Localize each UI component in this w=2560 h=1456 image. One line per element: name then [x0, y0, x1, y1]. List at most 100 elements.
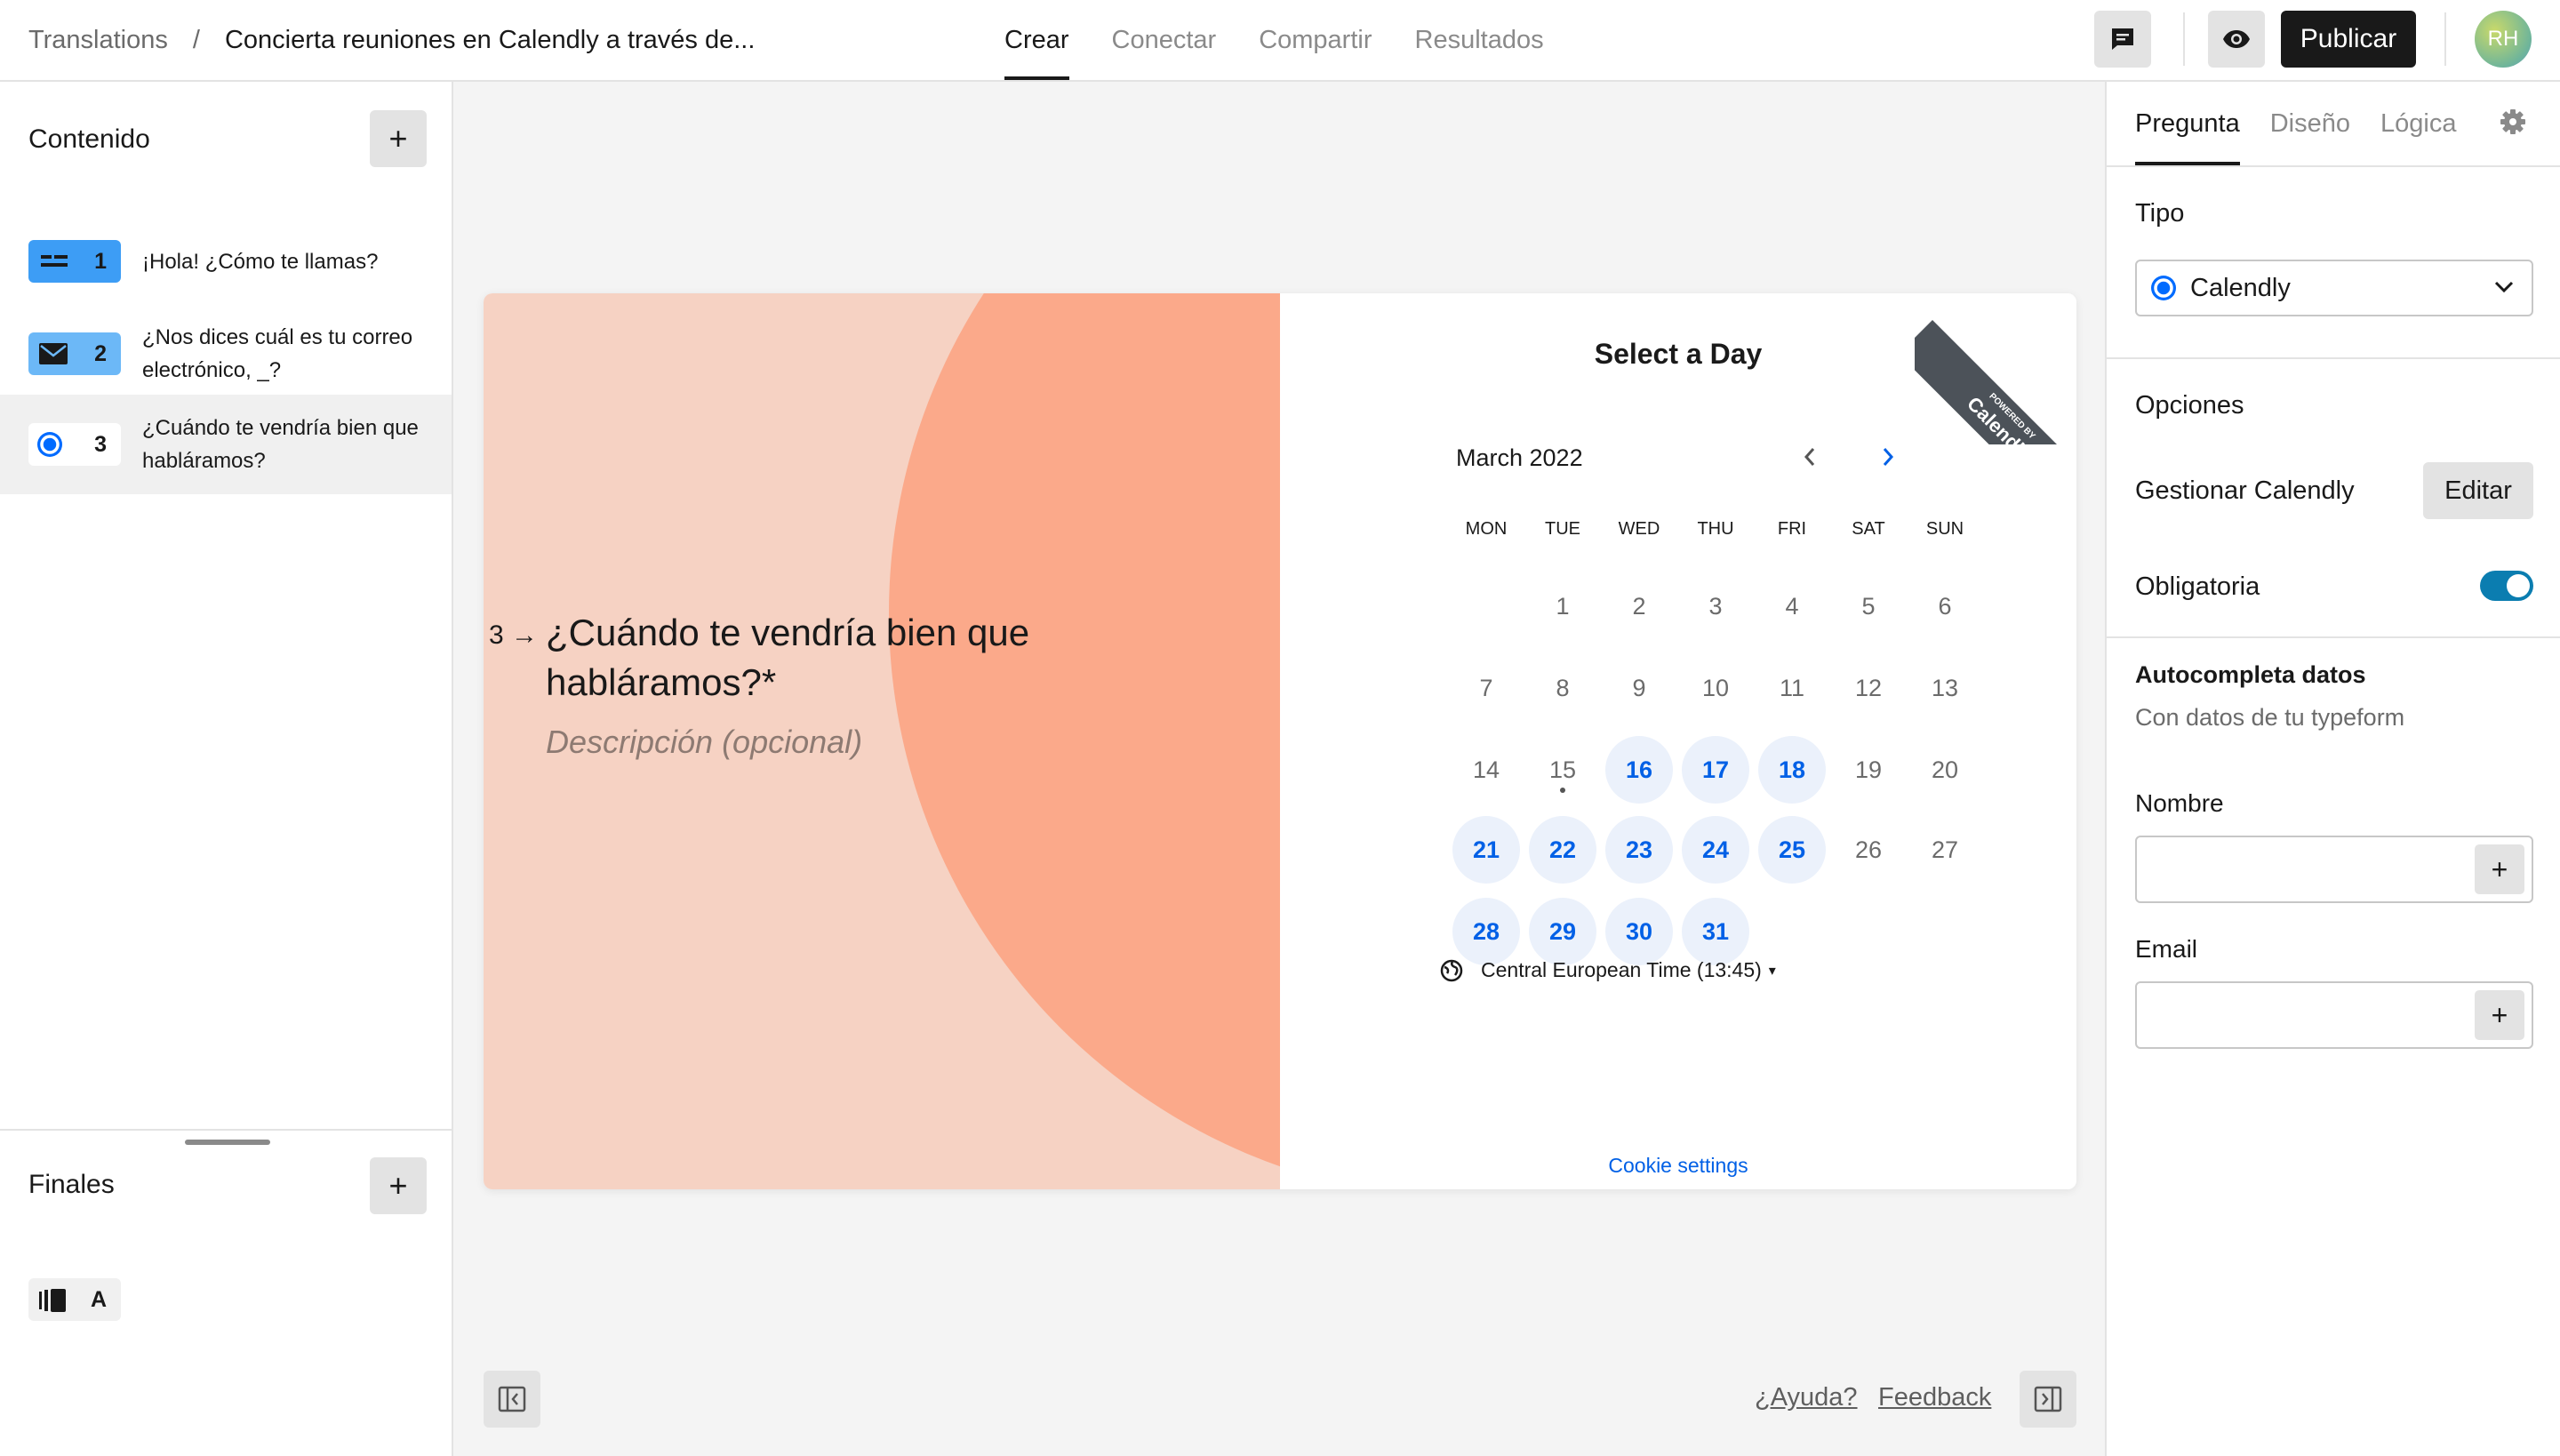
question-number: 1 — [94, 248, 107, 274]
calendar-day[interactable]: 17 — [1682, 736, 1749, 804]
tab-resultados[interactable]: Resultados — [1415, 0, 1544, 80]
add-question-button[interactable]: + — [370, 110, 427, 167]
question-text: ¿Cuándo te vendría bien que habláramos? — [142, 416, 419, 473]
calendar-day[interactable]: 22 — [1529, 816, 1596, 884]
calendar-day[interactable]: 31 — [1682, 898, 1749, 965]
calendar-day: 10 — [1682, 654, 1749, 722]
settings-gear-button[interactable] — [2500, 108, 2526, 140]
calendar-day: 27 — [1911, 816, 1979, 884]
preview-button[interactable] — [2208, 11, 2265, 68]
tab-conectar[interactable]: Conectar — [1112, 0, 1217, 80]
calendar-day[interactable]: 29 — [1529, 898, 1596, 965]
ending-icon — [39, 1289, 66, 1312]
calendar-day[interactable]: 30 — [1605, 898, 1673, 965]
calendar-month: March 2022 — [1456, 444, 1583, 471]
question-item-2[interactable]: 2 ¿Nos dices cuál es tu correo electróni… — [0, 304, 452, 404]
collapse-left-panel-button[interactable] — [484, 1371, 540, 1428]
calendar-day-number: 25 — [1778, 836, 1806, 863]
weekday-thu: THU — [1697, 519, 1734, 539]
calendar-day-number: 19 — [1854, 756, 1883, 783]
calendar-day: 19 — [1835, 736, 1902, 804]
edit-calendly-button[interactable]: Editar — [2423, 462, 2533, 519]
calendar-day[interactable]: 16 — [1605, 736, 1673, 804]
calendar-day-number: 30 — [1625, 917, 1653, 945]
required-toggle[interactable] — [2480, 571, 2533, 601]
today-indicator — [1560, 788, 1565, 793]
tab-crear[interactable]: Crear — [1004, 0, 1069, 80]
calendar-day-number: 8 — [1556, 674, 1570, 701]
calendly-widget: POWERED BY Calendly Select a Day March 2… — [1280, 293, 2076, 1189]
calendar-day-number: 26 — [1854, 836, 1883, 863]
panel-divider — [2107, 357, 2560, 359]
topbar-divider — [2183, 12, 2185, 66]
panel-right-icon — [2034, 1386, 2062, 1412]
prev-month-button[interactable] — [1792, 439, 1828, 475]
add-name-variable-button[interactable]: + — [2475, 844, 2524, 894]
feedback-link[interactable]: Feedback — [1878, 1383, 1991, 1412]
calendar-day-number: 24 — [1701, 836, 1730, 863]
calendar-title: Select a Day — [1594, 338, 1763, 370]
weekday-tue: TUE — [1545, 519, 1580, 539]
publish-button[interactable]: Publicar — [2281, 11, 2416, 68]
tab-logica[interactable]: Lógica — [2380, 82, 2456, 165]
calendar-day-number: 10 — [1701, 674, 1730, 701]
next-month-button[interactable] — [1870, 439, 1906, 475]
question-type-select[interactable]: Calendly — [2135, 260, 2533, 316]
question-title[interactable]: ¿Cuándo te vendría bien que habláramos?* — [546, 608, 1221, 708]
calendar-day[interactable]: 18 — [1758, 736, 1826, 804]
calendar-day-number: 11 — [1779, 674, 1805, 701]
tab-pregunta[interactable]: Pregunta — [2135, 82, 2240, 165]
calendar-day: 3 — [1682, 572, 1749, 640]
calendar-day: 11 — [1758, 654, 1826, 722]
breadcrumb-root-link[interactable]: Translations — [28, 26, 168, 55]
help-link[interactable]: ¿Ayuda? — [1755, 1383, 1858, 1412]
collapse-right-panel-button[interactable] — [2020, 1371, 2076, 1428]
add-email-variable-button[interactable]: + — [2475, 990, 2524, 1040]
question-number-value: 3 — [489, 620, 504, 650]
type-label: Tipo — [2135, 199, 2185, 228]
question-item-3[interactable]: 3 ¿Cuándo te vendría bien que habláramos… — [0, 395, 452, 494]
timezone-selector[interactable]: Central European Time (13:45) ▾ — [1440, 958, 1776, 982]
calendar-day-number: 17 — [1701, 756, 1730, 783]
calendar-day: 2 — [1605, 572, 1673, 640]
weekday-fri: FRI — [1777, 519, 1807, 539]
calendar-day: 4 — [1758, 572, 1826, 640]
autocomplete-subtitle: Con datos de tu typeform — [2135, 704, 2405, 731]
ending-badge: A — [28, 1278, 121, 1321]
calendar-day-number: 13 — [1931, 674, 1959, 701]
description-placeholder[interactable]: Descripción (opcional) — [546, 724, 862, 761]
form-title[interactable]: Concierta reuniones en Calendly a través… — [225, 26, 755, 55]
decorative-circle — [889, 293, 1280, 1189]
calendar-day-number: 4 — [1785, 592, 1799, 620]
calendar-day-number: 20 — [1931, 756, 1959, 783]
tab-compartir[interactable]: Compartir — [1259, 0, 1372, 80]
panel-divider — [2107, 636, 2560, 638]
calendar-day[interactable]: 25 — [1758, 816, 1826, 884]
calendar-day[interactable]: 23 — [1605, 816, 1673, 884]
calendar-day-number: 16 — [1625, 756, 1653, 783]
ending-item-a[interactable]: A — [0, 1271, 452, 1328]
comments-button[interactable] — [2094, 11, 2151, 68]
panel-divider — [2107, 165, 2560, 167]
resize-handle[interactable] — [185, 1140, 270, 1145]
question-number: 3 — [94, 431, 107, 457]
eye-icon — [2223, 30, 2250, 48]
question-item-1[interactable]: 1 ¡Hola! ¿Cómo te llamas? — [0, 219, 452, 304]
top-bar: Translations / Concierta reuniones en Ca… — [0, 0, 2560, 82]
name-field[interactable]: + — [2135, 836, 2533, 903]
avatar[interactable]: RH — [2475, 11, 2532, 68]
comment-icon — [2112, 28, 2133, 50]
calendar-day: 9 — [1605, 654, 1673, 722]
calendar-day[interactable]: 24 — [1682, 816, 1749, 884]
calendar-day: 1 — [1529, 572, 1596, 640]
calendar-day-number: 21 — [1472, 836, 1500, 863]
add-ending-button[interactable]: + — [370, 1157, 427, 1214]
cookie-settings-link[interactable]: Cookie settings — [1280, 1154, 2076, 1178]
calendar-day-number: 29 — [1548, 917, 1577, 945]
tab-diseno[interactable]: Diseño — [2270, 82, 2350, 165]
email-field[interactable]: + — [2135, 981, 2533, 1049]
main-nav: Crear Conectar Compartir Resultados — [1004, 0, 1587, 80]
calendar-day[interactable]: 21 — [1452, 816, 1520, 884]
weekday-wed: WED — [1618, 519, 1660, 539]
calendar-day[interactable]: 28 — [1452, 898, 1520, 965]
